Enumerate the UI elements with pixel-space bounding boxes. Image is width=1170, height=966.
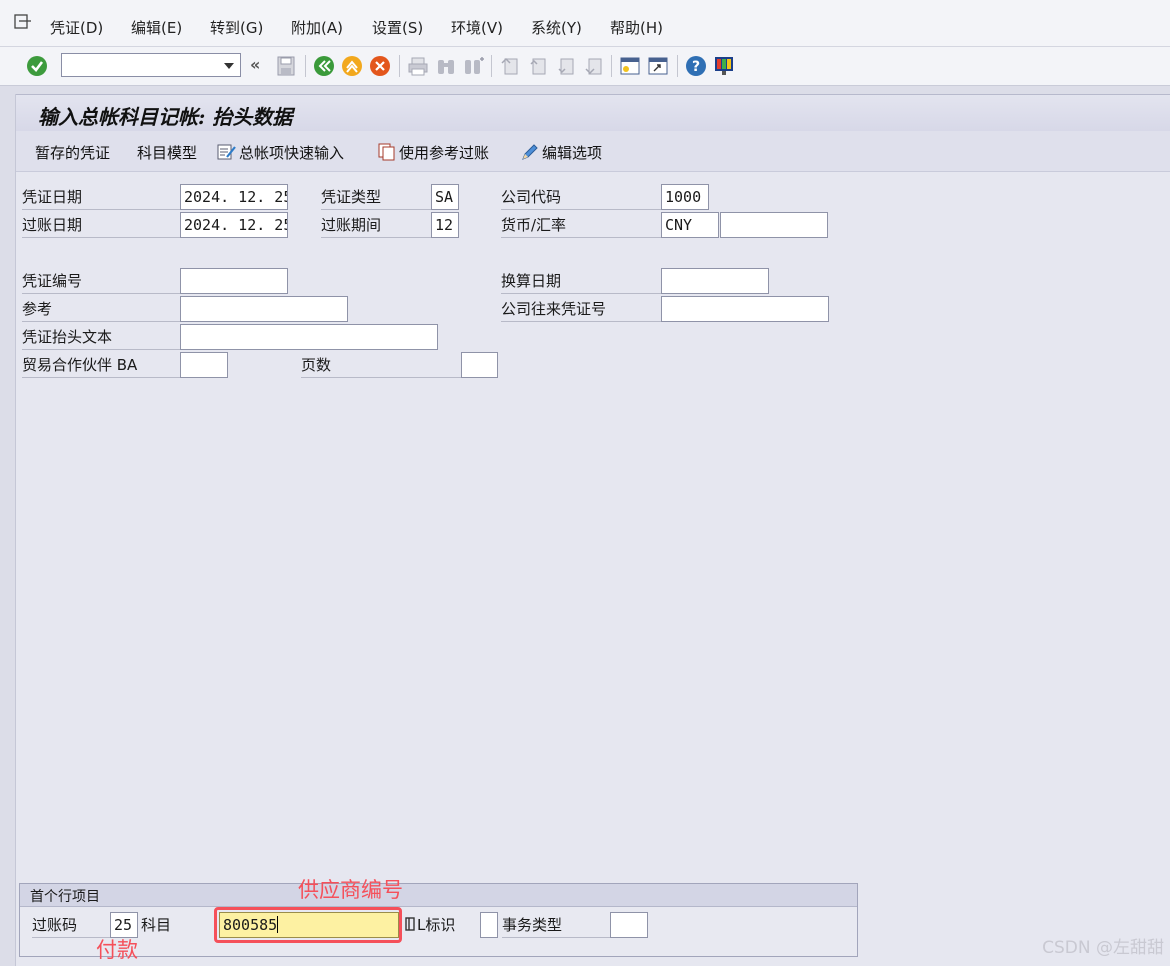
application-toolbar: 暂存的凭证 科目模型 总帐项快速输入 使用参考过账 编辑选项 <box>16 131 1170 172</box>
posting-period-field[interactable]: 12 <box>431 212 459 238</box>
editing-options-label: 编辑选项 <box>542 144 603 162</box>
company-code-label: 公司代码 <box>501 184 661 210</box>
fast-entry-label: 总帐项快速输入 <box>239 144 345 162</box>
first-page-icon[interactable] <box>499 55 521 77</box>
transaction-type-label: 事务类型 <box>502 912 610 938</box>
create-session-icon[interactable] <box>619 55 641 77</box>
fast-entry-icon <box>217 144 236 160</box>
document-date-field[interactable]: 2024. 12. 25 <box>180 184 288 210</box>
watermark: CSDN @左甜甜 <box>1042 938 1164 958</box>
trading-partner-label: 贸易合作伙伴 BA <box>22 352 180 378</box>
toolbar-separator <box>677 55 678 77</box>
document-number-field[interactable] <box>180 268 288 294</box>
account-model-button[interactable]: 科目模型 <box>137 142 197 163</box>
bracket-icon <box>405 917 415 931</box>
first-line-item-header: 首个行项目 <box>20 884 857 907</box>
special-gl-field[interactable] <box>480 912 498 938</box>
menu-environment[interactable]: 环境(V) <box>451 17 503 38</box>
standard-toolbar: « ? <box>0 47 1170 86</box>
account-label: 科目 <box>141 916 172 934</box>
find-icon[interactable] <box>435 55 457 77</box>
chevron-down-icon[interactable] <box>224 63 234 69</box>
document-type-field[interactable]: SA <box>431 184 459 210</box>
payment-annotation: 付款 <box>96 938 138 962</box>
posting-date-field[interactable]: 2024. 12. 25 <box>180 212 288 238</box>
document-date-label: 凭证日期 <box>22 184 180 210</box>
svg-text:?: ? <box>692 59 700 75</box>
cancel-icon[interactable] <box>369 55 391 77</box>
post-with-reference-button[interactable]: 使用参考过账 <box>377 142 489 163</box>
copy-document-icon <box>378 143 395 161</box>
title-bar: 输入总帐科目记帐: 抬头数据 <box>16 94 1170 132</box>
fast-entry-button[interactable]: 总帐项快速输入 <box>217 142 344 163</box>
customize-layout-icon[interactable] <box>713 55 735 77</box>
posting-date-label: 过账日期 <box>22 212 180 238</box>
exit-icon[interactable] <box>341 55 363 77</box>
command-field[interactable] <box>61 53 241 77</box>
menu-system[interactable]: 系统(Y) <box>531 17 582 38</box>
back-icon[interactable] <box>313 55 335 77</box>
shortcut-icon[interactable] <box>647 55 669 77</box>
page-count-field[interactable] <box>461 352 498 378</box>
vendor-number-annotation: 供应商编号 <box>298 878 403 902</box>
trading-partner-field[interactable] <box>180 352 228 378</box>
menu-edit[interactable]: 编辑(E) <box>131 17 182 38</box>
pencil-icon <box>522 144 538 160</box>
save-icon[interactable] <box>275 55 297 77</box>
document-type-label: 凭证类型 <box>321 184 431 210</box>
page-count-label: 页数 <box>301 352 461 378</box>
next-page-icon[interactable] <box>555 55 577 77</box>
transaction-type-field[interactable] <box>610 912 648 938</box>
find-next-icon[interactable] <box>463 55 485 77</box>
document-number-label: 凭证编号 <box>22 268 180 294</box>
highlight-box <box>214 907 402 943</box>
held-document-button[interactable]: 暂存的凭证 <box>35 142 110 163</box>
system-menu-icon[interactable] <box>14 14 32 30</box>
company-code-field[interactable]: 1000 <box>661 184 709 210</box>
header-text-label: 凭证抬头文本 <box>22 324 180 350</box>
toolbar-separator <box>611 55 612 77</box>
print-icon[interactable] <box>407 55 429 77</box>
toolbar-separator <box>491 55 492 77</box>
cross-company-number-label: 公司往来凭证号 <box>501 296 661 322</box>
translation-date-field[interactable] <box>661 268 769 294</box>
currency-field[interactable]: CNY <box>661 212 719 238</box>
toolbar-separator <box>399 55 400 77</box>
header-text-field[interactable] <box>180 324 438 350</box>
previous-page-icon[interactable] <box>527 55 549 77</box>
first-line-item-title: 首个行项目 <box>30 889 100 905</box>
cross-company-number-field[interactable] <box>661 296 829 322</box>
enter-icon[interactable] <box>26 55 48 77</box>
help-icon[interactable]: ? <box>685 55 707 77</box>
reference-label: 参考 <box>22 296 180 322</box>
page-title: 输入总帐科目记帐: 抬头数据 <box>38 105 293 129</box>
menu-extras[interactable]: 附加(A) <box>291 17 343 38</box>
menu-bar: 凭证(D) 编辑(E) 转到(G) 附加(A) 设置(S) 环境(V) 系统(Y… <box>0 0 1170 47</box>
exchange-rate-field[interactable] <box>720 212 828 238</box>
menu-document[interactable]: 凭证(D) <box>50 17 103 38</box>
editing-options-button[interactable]: 编辑选项 <box>520 142 602 163</box>
reference-field[interactable] <box>180 296 348 322</box>
post-with-reference-label: 使用参考过账 <box>399 144 490 162</box>
menu-settings[interactable]: 设置(S) <box>372 17 423 38</box>
menu-help[interactable]: 帮助(H) <box>610 17 663 38</box>
currency-label: 货币/汇率 <box>501 212 661 238</box>
last-page-icon[interactable] <box>583 55 605 77</box>
toolbar-separator <box>305 55 306 77</box>
collapse-command-icon[interactable]: « <box>250 55 260 74</box>
translation-date-label: 换算日期 <box>501 268 661 294</box>
posting-period-label: 过账期间 <box>321 212 431 238</box>
menu-goto[interactable]: 转到(G) <box>210 17 263 38</box>
special-gl-label: L标识 <box>417 916 456 934</box>
